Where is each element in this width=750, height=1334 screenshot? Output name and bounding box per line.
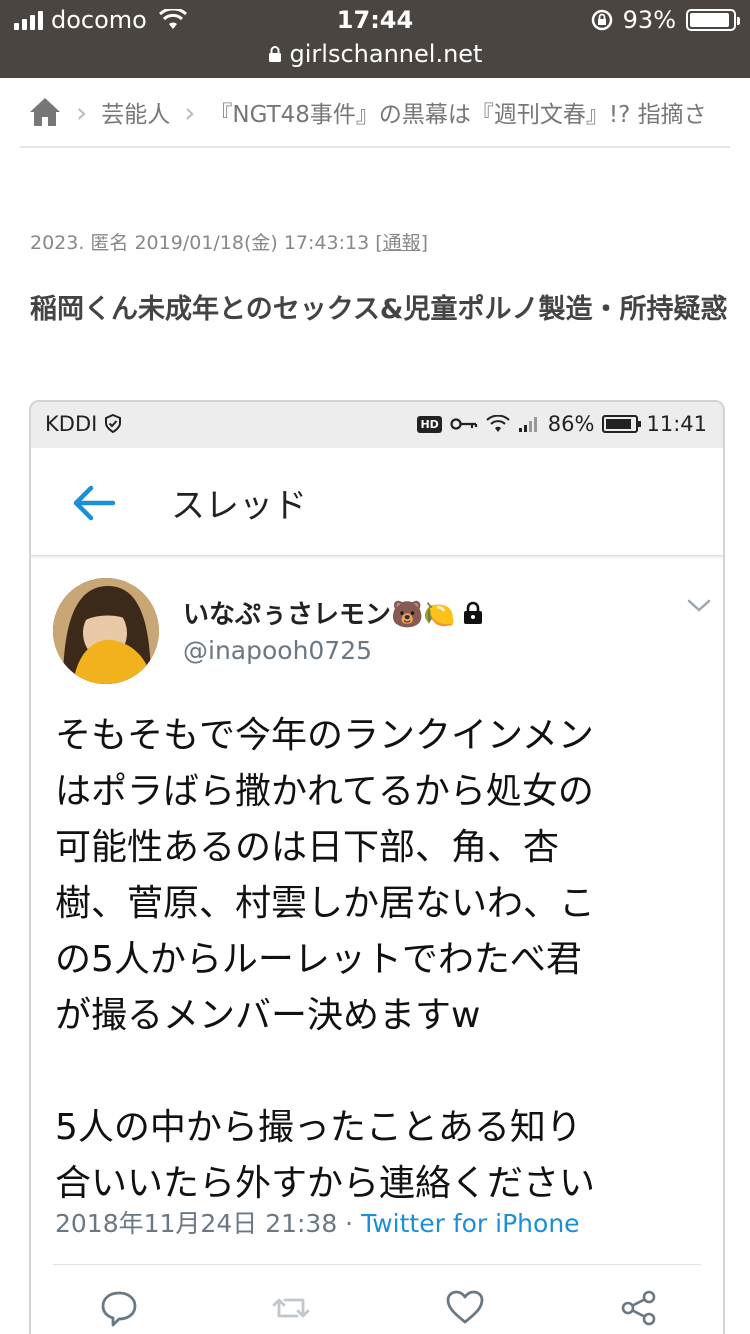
battery-icon — [602, 415, 642, 433]
shield-check-icon — [105, 413, 121, 434]
breadcrumb: › 芸能人 › 『NGT48事件』の黒幕は『週刊文春』!? 指摘さ — [28, 92, 750, 132]
heart-icon[interactable] — [445, 1288, 485, 1328]
home-icon[interactable] — [28, 96, 62, 128]
thread-header: スレッド — [31, 448, 723, 556]
breadcrumb-item-topic[interactable]: 『NGT48事件』の黒幕は『週刊文春』!? 指摘さ — [209, 95, 706, 129]
comment-meta: 2023. 匿名 2019/01/18(金) 17:43:13 [通報] — [30, 228, 428, 255]
embedded-carrier-label: KDDI — [45, 412, 98, 436]
lock-icon — [463, 601, 482, 624]
url-text: girlschannel.net — [289, 40, 483, 68]
embedded-status-right: HD 86% 11:41 — [417, 412, 707, 436]
report-link[interactable]: [通報] — [375, 232, 428, 254]
address-bar[interactable]: girlschannel.net — [0, 40, 750, 68]
user-handle[interactable]: @inapooh0725 — [183, 636, 372, 665]
embedded-clock: 11:41 — [646, 412, 707, 436]
display-name[interactable]: いなぷぅさレモン🐻🍋 — [183, 594, 484, 631]
chevron-right-icon: › — [184, 95, 196, 129]
battery-icon — [686, 9, 740, 31]
tweet-actions — [31, 1282, 723, 1334]
wifi-icon — [486, 415, 510, 432]
battery-percent: 93% — [622, 6, 676, 34]
status-bar: docomo 17:44 93% girlschannel.net — [0, 0, 750, 78]
battery-area: 93% — [591, 6, 740, 34]
reply-icon[interactable] — [99, 1288, 139, 1328]
signal-icon — [518, 417, 537, 432]
chevron-down-icon[interactable] — [685, 596, 713, 616]
chevron-right-icon: › — [76, 95, 88, 129]
breadcrumb-item-category[interactable]: 芸能人 — [101, 95, 170, 129]
embedded-carrier: KDDI — [45, 412, 122, 436]
tweet-timestamp: 2018年11月24日 21:38 · Twitter for iPhone — [55, 1204, 580, 1240]
thread-title: スレッド — [171, 486, 307, 526]
embedded-screenshot: KDDI HD 86% 11:41 スレッド いなぷぅさレモン🐻🍋 @inapo… — [29, 400, 725, 1334]
tweet-body: そもそもで今年のランクインメン はポラばら撒かれてるから処女の 可能性あるのは日… — [55, 715, 596, 1204]
rotation-lock-icon — [591, 9, 612, 31]
back-arrow-icon[interactable] — [69, 478, 119, 528]
timestamp-text: 2018年11月24日 21:38 · — [55, 1209, 362, 1238]
divider — [20, 146, 730, 148]
avatar-image — [53, 578, 159, 684]
avatar[interactable] — [53, 578, 159, 684]
retweet-icon[interactable] — [271, 1288, 311, 1328]
comment-meta-text: 2023. 匿名 2019/01/18(金) 17:43:13 — [30, 232, 370, 254]
key-icon — [450, 418, 477, 430]
lock-icon — [268, 46, 281, 62]
comment-text: 稲岡くん未成年とのセックス&児童ポルノ製造・所持疑惑 — [30, 294, 728, 325]
display-name-text: いなぷぅさレモン🐻🍋 — [183, 600, 456, 630]
via-link[interactable]: Twitter for iPhone — [361, 1209, 579, 1238]
tweet-header: いなぷぅさレモン🐻🍋 @inapooh0725 — [53, 578, 713, 688]
embedded-status-bar: KDDI HD 86% 11:41 — [31, 402, 723, 448]
divider — [53, 1264, 701, 1265]
share-icon[interactable] — [619, 1288, 659, 1328]
hd-badge: HD — [417, 415, 442, 433]
embedded-battery-percent: 86% — [547, 412, 595, 436]
